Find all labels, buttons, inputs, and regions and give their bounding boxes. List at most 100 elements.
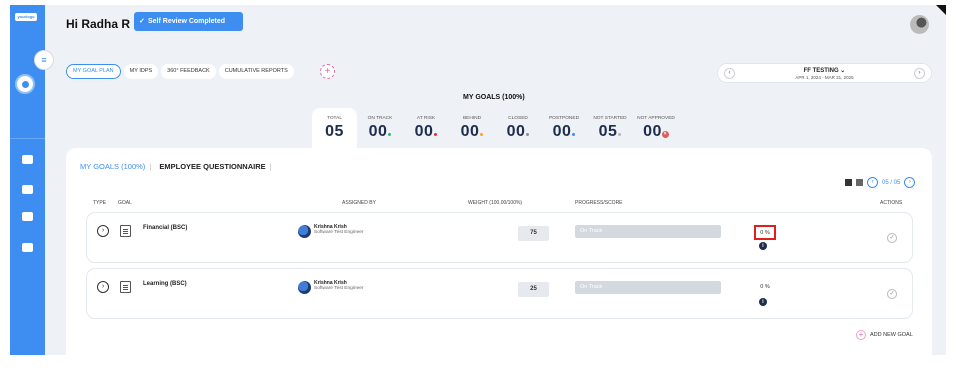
goals-summary-title: MY GOALS (100%) bbox=[463, 94, 525, 101]
stat-on-track[interactable]: ON TRACK 00 bbox=[357, 108, 403, 148]
reports-icon[interactable] bbox=[22, 243, 33, 252]
goal-stats: TOTAL 05 ON TRACK 00 AT RISK 00 BEHIND 00 CLOSED… bbox=[312, 108, 679, 153]
progress-percent[interactable]: 0 % bbox=[754, 281, 776, 296]
stat-value: 00 bbox=[449, 123, 495, 141]
stat-closed[interactable]: CLOSED 00 bbox=[495, 108, 541, 148]
col-type: TYPE bbox=[93, 200, 107, 206]
progress-status[interactable]: On Track bbox=[575, 225, 721, 238]
goal-name[interactable]: Learning (BSC) bbox=[143, 281, 187, 287]
stat-number: 00 bbox=[643, 123, 662, 140]
assignee-role: Software Test Engineer bbox=[314, 286, 364, 291]
assignee-role: Software Test Engineer bbox=[314, 230, 364, 235]
user-avatar[interactable] bbox=[910, 15, 929, 34]
goals-icon[interactable] bbox=[22, 185, 33, 194]
tab-my-idps[interactable]: MY IDPS bbox=[123, 64, 159, 79]
stat-label: AT RISK bbox=[416, 116, 436, 121]
tab-my-goals[interactable]: MY GOALS (100%) bbox=[80, 162, 145, 171]
stat-label: NOT STARTED bbox=[593, 116, 627, 121]
stat-behind[interactable]: BEHIND 00 bbox=[449, 108, 495, 148]
list-view-icon[interactable] bbox=[845, 179, 852, 186]
tab-divider: | bbox=[149, 162, 152, 171]
check-action-icon[interactable]: ✓ bbox=[887, 233, 897, 243]
status-dot-icon bbox=[480, 133, 484, 136]
stat-value: 00 bbox=[495, 123, 541, 141]
app-logo: yourlogo bbox=[15, 13, 37, 21]
goal-row: › Learning (BSC) Krishna Krish Software … bbox=[86, 268, 913, 319]
stat-value: 05 bbox=[312, 123, 357, 141]
stat-at-risk[interactable]: AT RISK 00 bbox=[403, 108, 449, 148]
status-dot-icon bbox=[526, 133, 530, 136]
expand-icon[interactable]: › bbox=[97, 281, 109, 293]
status-dot-icon bbox=[572, 133, 576, 136]
stat-value: 00 bbox=[403, 123, 449, 141]
col-actions: ACTIONS bbox=[880, 200, 903, 206]
stat-not-started[interactable]: NOT STARTED 05 bbox=[587, 108, 633, 148]
stat-label: NOT APPROVED bbox=[637, 116, 675, 121]
assignee-avatar bbox=[298, 281, 311, 294]
grid-view-icon[interactable] bbox=[856, 179, 863, 186]
greeting: Hi Radha R bbox=[66, 17, 131, 31]
expand-icon[interactable]: › bbox=[97, 225, 109, 237]
info-icon[interactable]: i bbox=[759, 298, 767, 306]
chevron-right-icon[interactable]: › bbox=[914, 68, 925, 79]
weight-field[interactable]: 25 bbox=[518, 282, 549, 297]
stat-label: POSTPONED bbox=[548, 116, 580, 121]
progress-percent[interactable]: 0 % bbox=[754, 225, 776, 240]
goal-type-icon bbox=[120, 281, 131, 293]
status-dot-icon bbox=[388, 133, 392, 136]
info-icon[interactable]: i bbox=[759, 242, 767, 250]
prev-page-icon[interactable]: ‹ bbox=[867, 177, 878, 188]
stat-label: TOTAL bbox=[326, 116, 343, 121]
weight-field[interactable]: 75 bbox=[518, 226, 549, 241]
not-approved-icon: × bbox=[661, 131, 669, 138]
stat-label: ON TRACK bbox=[367, 116, 393, 121]
stat-number: 00 bbox=[414, 123, 434, 140]
team-icon[interactable] bbox=[22, 212, 33, 221]
check-icon: ✓ bbox=[139, 18, 145, 25]
stat-label: BEHIND bbox=[462, 116, 482, 121]
next-page-icon[interactable]: › bbox=[904, 177, 916, 188]
col-weight: WEIGHT (100.00/100%) bbox=[468, 200, 523, 206]
tab-employee-questionnaire[interactable]: EMPLOYEE QUESTIONNAIRE bbox=[159, 162, 265, 171]
tab-my-goal-plan[interactable]: MY GOAL PLAN bbox=[66, 64, 121, 79]
tab-360-feedback[interactable]: 360° FEEDBACK bbox=[161, 64, 216, 79]
check-action-icon[interactable]: ✓ bbox=[887, 289, 897, 299]
col-progress: PROGRESS/SCORE bbox=[575, 200, 623, 206]
add-tab-button[interactable]: + bbox=[320, 64, 335, 79]
col-goal: GOAL bbox=[118, 200, 132, 206]
stat-value: 00 bbox=[357, 123, 403, 141]
menu-toggle-icon[interactable]: ≡ bbox=[34, 50, 54, 70]
col-assigned-by: ASSIGNED BY bbox=[342, 200, 376, 206]
home-icon[interactable] bbox=[15, 74, 35, 94]
stat-number: 05 bbox=[325, 123, 344, 140]
stat-number: 00 bbox=[460, 123, 480, 140]
assignee-avatar bbox=[298, 225, 311, 238]
period-name: FF TESTING ⌄ bbox=[803, 68, 846, 74]
period-selector[interactable]: ‹ FF TESTING ⌄ APR 1, 2024 - MAR 31, 202… bbox=[717, 63, 932, 83]
tab-cumulative-reports[interactable]: CUMULATIVE REPORTS bbox=[218, 64, 294, 79]
card-tabs: MY GOALS (100%) | EMPLOYEE QUESTIONNAIRE | bbox=[80, 162, 272, 171]
pagination-count: 05 / 05 bbox=[882, 179, 901, 186]
self-review-badge[interactable]: ✓ Self Review Completed bbox=[134, 12, 243, 31]
goal-row: › Financial (BSC) Krishna Krish Software… bbox=[86, 212, 913, 263]
stat-number: 00 bbox=[368, 123, 388, 140]
self-review-label: Self Review Completed bbox=[148, 18, 226, 25]
add-new-goal-button[interactable]: + ADD NEW GOAL bbox=[856, 330, 913, 340]
dashboard-icon[interactable] bbox=[22, 155, 33, 164]
stat-number: 05 bbox=[598, 123, 618, 140]
stat-number: 00 bbox=[506, 123, 526, 140]
status-dot-icon bbox=[618, 133, 622, 136]
stat-number: 00 bbox=[552, 123, 572, 140]
tab-divider: | bbox=[269, 162, 272, 171]
stat-value: 05 bbox=[587, 123, 633, 141]
stat-total[interactable]: TOTAL 05 bbox=[312, 108, 357, 153]
goals-card: MY GOALS (100%) | EMPLOYEE QUESTIONNAIRE |… bbox=[66, 148, 932, 355]
goal-name[interactable]: Financial (BSC) bbox=[143, 225, 187, 231]
status-dot-icon bbox=[434, 133, 438, 136]
stat-label: CLOSED bbox=[508, 116, 528, 121]
plus-icon: + bbox=[856, 330, 866, 340]
progress-status[interactable]: On Track bbox=[575, 281, 721, 294]
stat-not-approved[interactable]: NOT APPROVED 00 × bbox=[633, 108, 679, 148]
stat-postponed[interactable]: POSTPONED 00 bbox=[541, 108, 587, 148]
goal-type-icon bbox=[120, 225, 131, 237]
